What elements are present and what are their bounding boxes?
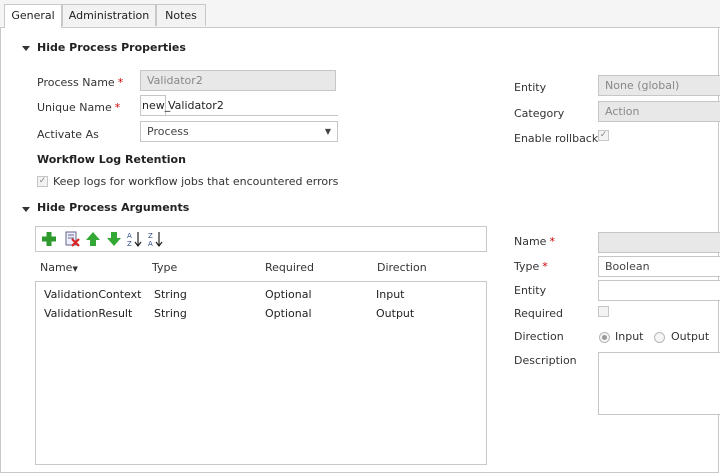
add-icon[interactable] [41,231,57,247]
entity-field[interactable]: None (global) [598,75,720,96]
activate-as-label: Activate As [37,128,99,141]
cell-type: String [154,288,187,301]
activate-as-value: Process [147,125,189,138]
direction-output-label: Output [671,330,710,343]
enable-rollback-label: Enable rollback [514,132,599,145]
delete-icon[interactable] [64,231,80,247]
process-name-label: Process Name * [37,76,124,89]
section-title-arguments[interactable]: Hide Process Arguments [37,201,189,214]
keep-logs-label: Keep logs for workflow jobs that encount… [53,175,339,188]
direction-input-radio[interactable] [599,332,610,343]
move-down-icon[interactable] [106,231,122,247]
cell-direction: Input [376,288,405,301]
tab-general[interactable]: General [4,4,62,28]
arg-description-field[interactable] [598,352,720,415]
tab-notes[interactable]: Notes [156,4,206,26]
cell-required: Optional [265,288,312,301]
cell-name: ValidationContext [44,288,142,301]
direction-output-radio[interactable] [654,332,665,343]
sort-down-icon: ▼ [72,265,78,273]
process-name-field[interactable]: Validator2 [140,70,336,91]
column-header-type[interactable]: Type [152,261,177,274]
svg-text:A: A [148,240,153,247]
unique-name-label: Unique Name * [37,101,121,114]
svg-text:Z: Z [127,240,132,247]
cell-name: ValidationResult [44,307,133,320]
enable-rollback-checkbox[interactable]: ✓ [598,130,609,141]
activate-as-select[interactable]: Process ▼ [140,121,338,142]
collapse-icon[interactable] [22,46,30,51]
collapse-icon[interactable] [22,207,30,212]
sort-descending-icon[interactable]: Z A [148,231,164,247]
svg-text:Z: Z [148,232,153,240]
log-retention-title: Workflow Log Retention [37,153,186,166]
section-title-properties[interactable]: Hide Process Properties [37,41,186,54]
sort-ascending-icon[interactable]: A Z [127,231,143,247]
move-up-icon[interactable] [85,231,101,247]
tab-strip: General Administration Notes [0,0,720,28]
arg-type-select[interactable]: Boolean [598,256,720,277]
arg-name-field[interactable] [598,232,720,253]
arg-entity-field[interactable] [598,280,720,301]
arg-required-checkbox[interactable] [598,306,609,317]
unique-name-field[interactable]: Validator2 [166,95,338,116]
arg-direction-label: Direction [514,330,564,343]
keep-logs-checkbox[interactable]: ✓ [37,176,48,187]
cell-type: String [154,307,187,320]
category-label: Category [514,107,565,120]
column-header-name[interactable]: Name▼ [40,261,78,274]
cell-direction: Output [376,307,415,320]
arg-description-label: Description [514,354,577,367]
svg-text:A: A [127,232,132,240]
arguments-toolbar: A Z Z A [35,226,487,252]
arg-type-label: Type * [514,260,548,273]
column-header-direction[interactable]: Direction [377,261,427,274]
entity-label: Entity [514,81,547,94]
category-field[interactable]: Action [598,101,720,122]
unique-name-prefix: new_ [140,95,170,116]
arg-entity-label: Entity [514,284,547,297]
dropdown-arrow-icon: ▼ [324,127,331,136]
arg-name-label: Name * [514,235,555,248]
tab-administration[interactable]: Administration [62,4,156,26]
direction-input-label: Input [615,330,644,343]
column-header-required[interactable]: Required [265,261,314,274]
arg-required-label: Required [514,307,563,320]
cell-required: Optional [265,307,312,320]
